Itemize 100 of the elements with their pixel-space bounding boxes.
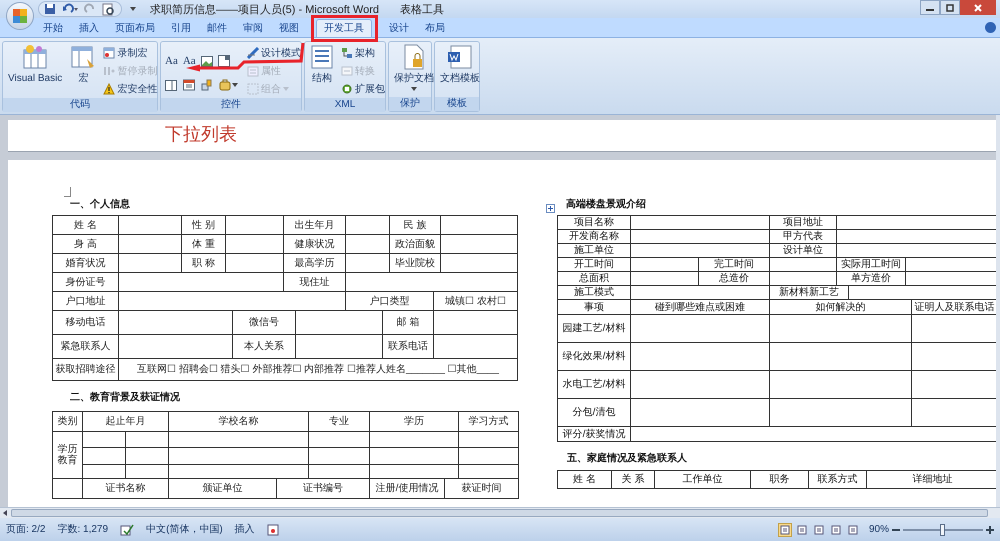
table-cell <box>458 464 518 478</box>
ribbon-tab[interactable]: 页面布局 <box>108 19 162 37</box>
table-cell <box>126 432 168 448</box>
magnifier-page-icon <box>102 2 116 16</box>
ribbon-button[interactable]: 扩展包 <box>340 80 386 98</box>
view-button[interactable] <box>794 522 809 536</box>
date-picker-button[interactable] <box>182 78 196 92</box>
context-tab-label: 表格工具 <box>400 3 444 18</box>
table-cell: 获证时间 <box>444 478 518 498</box>
group-icon <box>247 83 259 95</box>
ribbon-button[interactable]: 文档模板 <box>438 44 482 86</box>
legacy-tools-button[interactable] <box>218 78 238 92</box>
macro-record-icon <box>266 524 279 536</box>
margin-corner-mark <box>64 187 71 197</box>
ribbon-button[interactable]: 结构 <box>308 44 336 86</box>
table-cell <box>308 432 370 448</box>
table-cell: 联系电话 <box>382 334 434 358</box>
group-label: 控件 <box>161 98 301 112</box>
zoom-level[interactable]: 90% <box>868 522 889 537</box>
ribbon-button[interactable]: 设计模式 <box>246 44 302 62</box>
table-cell: 最高学历 <box>284 254 346 272</box>
ribbon-button[interactable]: 宏 <box>68 44 98 86</box>
group-label: 模板 <box>435 97 479 111</box>
grid-window-icon <box>22 44 48 70</box>
scroll-thumb[interactable] <box>11 509 988 517</box>
zoom-slider[interactable] <box>903 524 983 536</box>
restore-button[interactable] <box>940 0 960 15</box>
ribbon-tab[interactable]: 邮件 <box>200 19 234 37</box>
close-button[interactable] <box>960 0 996 15</box>
insert-mode-indicator[interactable]: 插入 <box>234 522 255 537</box>
table-cell <box>52 478 82 498</box>
page-text: 下拉列表 <box>165 123 237 146</box>
table-cell: 毕业院校 <box>390 254 440 272</box>
ribbon-tab[interactable]: 视图 <box>272 19 306 37</box>
table-cell: 分包/清包 <box>558 398 630 426</box>
ribbon-tab[interactable]: 设计 <box>382 19 416 37</box>
macro-window-icon <box>70 44 96 70</box>
table-cell <box>630 258 698 272</box>
save-button[interactable] <box>43 2 57 16</box>
table-cell: 开工时间 <box>558 258 630 272</box>
table-cell: 紧急联系人 <box>52 334 118 358</box>
window-title: 求职简历信息——项目人员(5) - Microsoft Word <box>150 3 379 18</box>
ribbon-tab[interactable]: 插入 <box>72 19 106 37</box>
table-cell: 专业 <box>308 412 370 432</box>
page-count[interactable]: 页面: 2/2 <box>6 522 46 537</box>
properties-icon <box>247 65 259 77</box>
view-button[interactable] <box>812 522 826 536</box>
language-indicator[interactable]: 中文(简体，中国) <box>146 522 223 537</box>
picture-control-button[interactable] <box>200 54 214 68</box>
word-document-icon <box>447 44 473 70</box>
table-cell: 评分/获奖情况 <box>558 426 630 442</box>
slider-thumb[interactable] <box>940 524 945 536</box>
print-layout-view-icon <box>780 524 790 534</box>
table-cell: 移动电话 <box>52 310 118 334</box>
building-block-button[interactable] <box>200 78 214 92</box>
ribbon-button[interactable]: 宏安全性 <box>102 80 158 98</box>
ribbon-button[interactable]: Aa <box>164 52 179 70</box>
toolbox-icon <box>218 79 230 91</box>
table-cell: 学习方式 <box>458 412 518 432</box>
table-cell: 碰到哪些难点或困难 <box>630 300 770 314</box>
table-cell: 起止年月 <box>82 412 168 432</box>
office-button[interactable] <box>6 2 34 30</box>
table-cell: 城镇☐ 农村☐ <box>434 292 518 310</box>
reading-view-icon <box>796 524 807 534</box>
schema-icon <box>341 47 353 59</box>
table-cell: 施工单位 <box>558 244 630 258</box>
table-cell: 注册/使用情况 <box>370 478 444 498</box>
help-icon[interactable] <box>985 22 996 33</box>
view-button[interactable] <box>846 522 860 536</box>
minimize-button[interactable] <box>920 0 940 15</box>
horizontal-scrollbar[interactable] <box>0 507 1000 518</box>
calendar-icon <box>183 79 195 91</box>
group-label: XML <box>305 98 385 112</box>
combo-box-button[interactable] <box>216 54 231 68</box>
ribbon-tab[interactable]: 布局 <box>418 19 452 37</box>
caret-icon <box>130 7 136 11</box>
ribbon-tab[interactable]: 开发工具 <box>316 19 372 37</box>
ribbon-button[interactable]: 架构 <box>340 44 386 62</box>
table-cell <box>226 254 284 272</box>
view-button[interactable] <box>828 522 843 536</box>
table-cell <box>118 234 182 254</box>
table-cell: 新材料新工艺 <box>770 286 848 300</box>
drop-down-control-button[interactable] <box>164 78 178 92</box>
table-cell: 现住址 <box>284 272 346 292</box>
table-cell: 单方造价 <box>836 272 906 286</box>
vertical-scrollbar[interactable] <box>996 115 1000 507</box>
table-cell <box>118 254 182 272</box>
ribbon-button[interactable]: Aa <box>182 52 197 70</box>
table-cell <box>308 464 370 478</box>
ribbon-tab[interactable]: 引用 <box>164 19 198 37</box>
ribbon-tab[interactable]: 审阅 <box>236 19 270 37</box>
ribbon-tab[interactable]: 开始 <box>36 19 70 37</box>
ribbon-button[interactable]: Visual Basic <box>6 44 64 86</box>
word-count[interactable]: 字数: 1,279 <box>57 522 108 537</box>
table-cell: 学历教育 <box>52 432 82 478</box>
outline-view-icon <box>830 524 841 534</box>
ribbon-button[interactable]: 录制宏 <box>102 44 158 62</box>
view-button[interactable] <box>778 522 792 536</box>
office-logo-icon <box>12 8 28 24</box>
table-cell: 学历 <box>370 412 458 432</box>
